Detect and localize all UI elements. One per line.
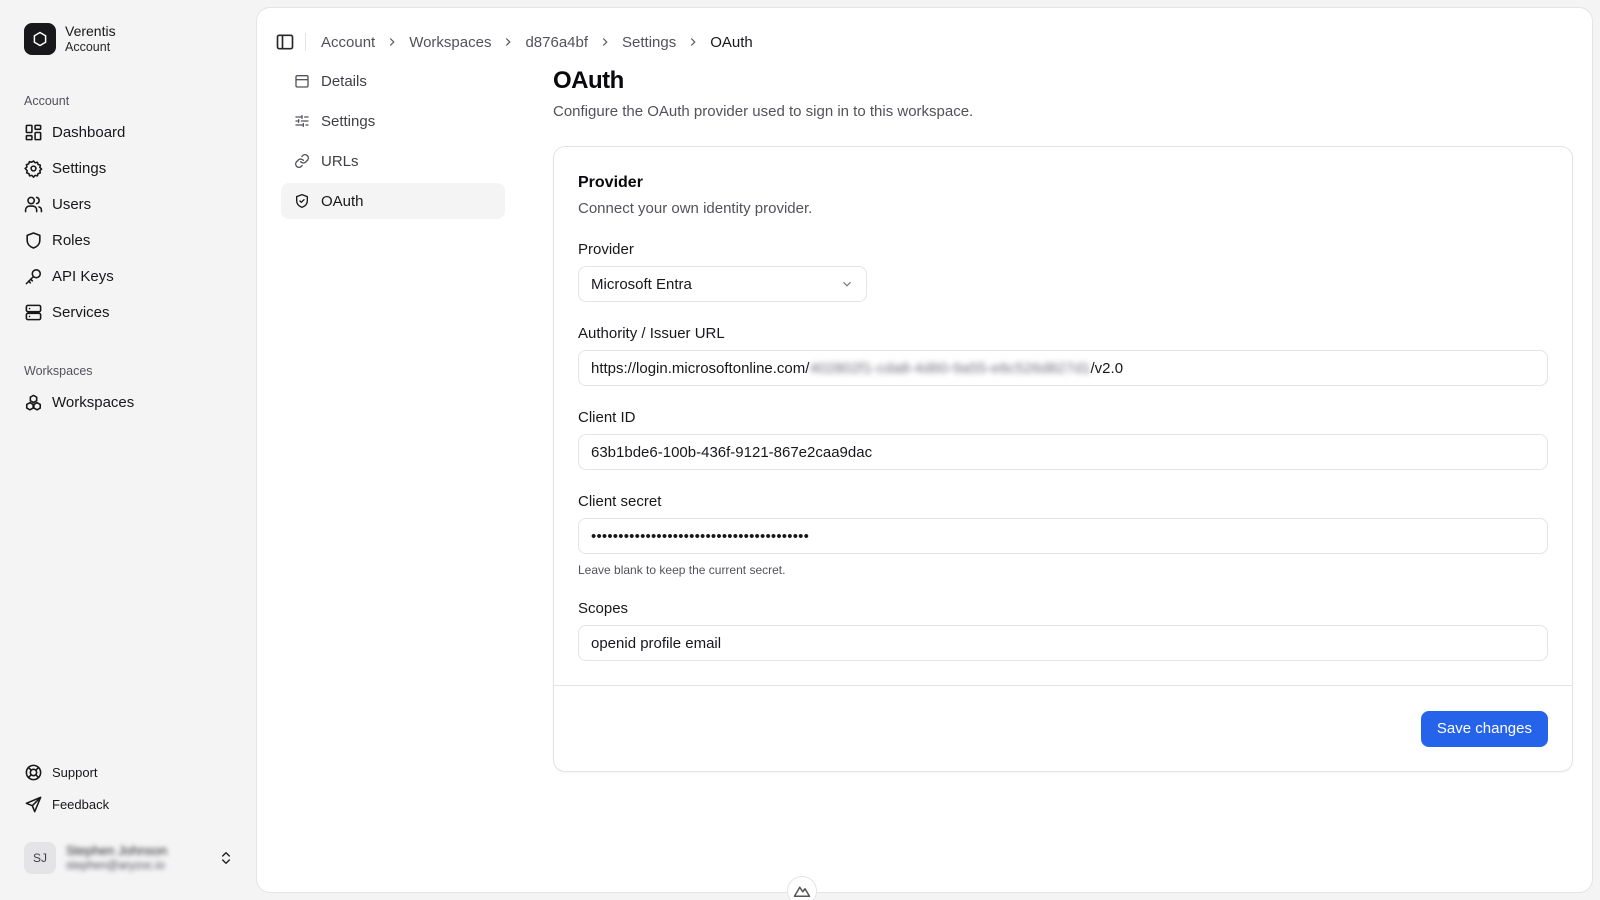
client-id-input[interactable]: 63b1bde6-100b-436f-9121-867e2caa9dac <box>578 434 1548 470</box>
subnav-item-label: Details <box>321 72 367 90</box>
feedback-label: Feedback <box>52 796 110 812</box>
sidebar-item-users[interactable]: Users <box>24 186 232 222</box>
client-secret-label: Client secret <box>578 493 662 510</box>
subnav-item-oauth[interactable]: OAuth <box>281 183 505 219</box>
key-icon <box>24 267 43 286</box>
subnav-item-urls[interactable]: URLs <box>281 143 505 179</box>
workspaces-icon <box>24 393 43 412</box>
user-menu[interactable]: SJ Stephen Johnson stephen@aryzoc.io <box>24 840 234 876</box>
brand-logo-icon <box>24 23 56 55</box>
provider-value: Microsoft Entra <box>591 275 692 293</box>
sidebar-item-api-keys[interactable]: API Keys <box>24 258 232 294</box>
authority-tenant-redacted: 402802f1-cda8-4d60-9a55-e6c526d827d1 <box>809 359 1091 377</box>
settings-subnav: Details Settings URLs OAuth <box>281 63 505 223</box>
chevron-right-icon <box>686 35 700 49</box>
user-name: Stephen Johnson <box>66 843 168 858</box>
sidebar-item-label: Dashboard <box>52 123 126 141</box>
sidebar-item-dashboard[interactable]: Dashboard <box>24 114 232 150</box>
sidebar-item-roles[interactable]: Roles <box>24 222 232 258</box>
brand-name: Verentis <box>65 23 116 39</box>
chevron-right-icon <box>385 35 399 49</box>
provider-label: Provider <box>578 241 634 258</box>
content: OAuth Configure the OAuth provider used … <box>553 66 1575 772</box>
subnav-item-details[interactable]: Details <box>281 63 505 99</box>
page-description: Configure the OAuth provider used to sig… <box>553 103 974 120</box>
sidebar-item-settings[interactable]: Settings <box>24 150 232 186</box>
calendar-icon <box>294 73 310 89</box>
avatar: SJ <box>24 842 56 874</box>
sliders-icon <box>294 113 310 129</box>
sidebar-item-workspaces[interactable]: Workspaces <box>24 384 232 420</box>
send-icon <box>24 795 43 814</box>
sidebar-item-label: Services <box>52 303 110 321</box>
users-icon <box>24 195 43 214</box>
divider <box>305 33 306 51</box>
page-title: OAuth <box>553 67 624 94</box>
brand[interactable]: Verentis Account <box>24 22 232 56</box>
save-button[interactable]: Save changes <box>1420 710 1548 747</box>
user-email: stephen@aryzoc.io <box>66 860 165 872</box>
sidebar-item-label: Workspaces <box>52 393 135 411</box>
brand-subtitle: Account <box>65 40 111 54</box>
mountain-logo-icon <box>787 876 817 900</box>
dashboard-icon <box>24 123 43 142</box>
client-secret-value: •••••••••••••••••••••••••••••••••••••••• <box>591 527 810 545</box>
scopes-value: openid profile email <box>591 634 722 652</box>
sidebar-item-label: Users <box>52 195 92 213</box>
breadcrumb: Account Workspaces d876a4bf Settings OAu… <box>321 34 753 51</box>
client-secret-hint: Leave blank to keep the current secret. <box>578 563 786 577</box>
authority-prefix: https://login.microsoftonline.com/ <box>591 359 810 377</box>
feedback-link[interactable]: Feedback <box>24 788 234 820</box>
card-title: Provider <box>578 174 643 191</box>
provider-select[interactable]: Microsoft Entra <box>578 266 867 302</box>
breadcrumb-settings[interactable]: Settings <box>622 34 676 51</box>
breadcrumb-workspace-id[interactable]: d876a4bf <box>525 34 588 51</box>
client-id-value: 63b1bde6-100b-436f-9121-867e2caa9dac <box>591 443 873 461</box>
provider-card: Provider Connect your own identity provi… <box>553 146 1573 772</box>
main-panel: Account Workspaces d876a4bf Settings OAu… <box>256 7 1593 900</box>
scopes-label: Scopes <box>578 600 629 617</box>
chevron-down-icon <box>840 277 854 291</box>
authority-suffix: /v2.0 <box>1090 359 1124 377</box>
gear-icon <box>24 159 43 178</box>
breadcrumb-account[interactable]: Account <box>321 34 375 51</box>
topbar: Account Workspaces d876a4bf Settings OAu… <box>275 25 753 59</box>
server-icon <box>24 303 43 322</box>
authority-url-input[interactable]: https://login.microsoftonline.com/402802… <box>578 350 1548 386</box>
breadcrumb-current: OAuth <box>710 33 753 51</box>
workspaces-group-label: Workspaces <box>24 364 93 378</box>
card-footer: Save changes <box>554 685 1572 771</box>
support-label: Support <box>52 764 98 780</box>
sidebar: Verentis Account Account Dashboard Setti… <box>0 0 256 900</box>
support-link[interactable]: Support <box>24 756 234 788</box>
subnav-item-settings[interactable]: Settings <box>281 103 505 139</box>
shield-icon <box>24 231 43 250</box>
sidebar-item-services[interactable]: Services <box>24 294 232 330</box>
breadcrumb-workspaces[interactable]: Workspaces <box>409 34 491 51</box>
authority-label: Authority / Issuer URL <box>578 325 725 342</box>
shield-check-icon <box>294 193 310 209</box>
sidebar-toggle-icon[interactable] <box>275 32 295 52</box>
chevron-right-icon <box>598 35 612 49</box>
lifebuoy-icon <box>24 763 43 782</box>
subnav-item-label: URLs <box>321 152 359 170</box>
sidebar-item-label: Settings <box>52 159 107 177</box>
client-secret-input[interactable]: •••••••••••••••••••••••••••••••••••••••• <box>578 518 1548 554</box>
scopes-input[interactable]: openid profile email <box>578 625 1548 661</box>
card-description: Connect your own identity provider. <box>578 200 813 217</box>
sidebar-item-label: API Keys <box>52 267 114 285</box>
sidebar-item-label: Roles <box>52 231 91 249</box>
chevron-right-icon <box>501 35 515 49</box>
subnav-item-label: OAuth <box>321 192 364 210</box>
link-icon <box>294 153 310 169</box>
chevrons-up-down-icon <box>218 850 234 866</box>
client-id-label: Client ID <box>578 409 636 426</box>
account-group-label: Account <box>24 94 70 108</box>
subnav-item-label: Settings <box>321 112 376 130</box>
